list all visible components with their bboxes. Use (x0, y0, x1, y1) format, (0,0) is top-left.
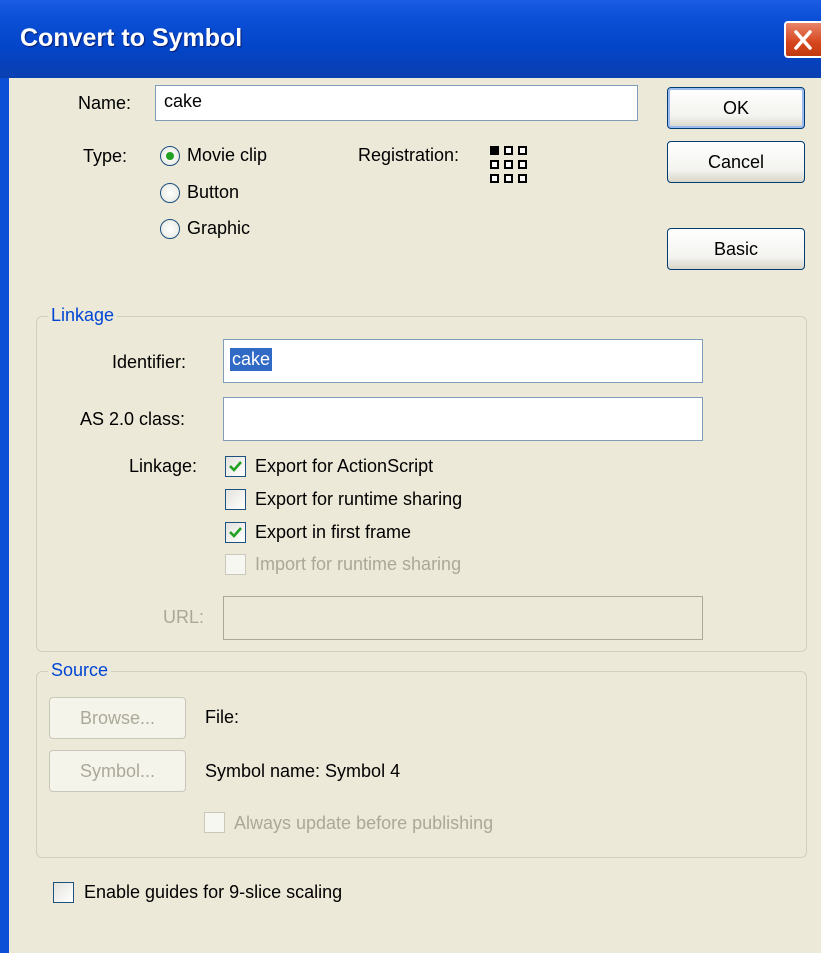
name-label: Name: (78, 93, 132, 113)
browse-button: Browse... (49, 697, 186, 739)
import-runtime-sharing-checkbox (225, 554, 246, 575)
always-update-checkbox (204, 812, 225, 833)
identifier-value: cake (230, 348, 273, 371)
file-label: File: (205, 707, 240, 727)
export-runtime-sharing-checkbox[interactable] (225, 489, 246, 510)
ok-button[interactable]: OK (667, 87, 805, 129)
radio-graphic-label[interactable]: Graphic (187, 218, 250, 239)
export-runtime-sharing-label[interactable]: Export for runtime sharing (255, 489, 462, 510)
registration-grid-icon[interactable] (490, 146, 530, 186)
radio-button-label[interactable]: Button (187, 182, 239, 203)
registration-label: Registration: (358, 145, 460, 165)
as-class-label: AS 2.0 class: (80, 409, 186, 429)
name-value: cake (164, 91, 203, 111)
convert-to-symbol-dialog: Convert to Symbol Name: cake Type: Movie… (0, 0, 821, 953)
export-actionscript-checkbox[interactable] (225, 456, 246, 477)
close-button[interactable] (784, 21, 821, 58)
nine-slice-checkbox[interactable] (53, 882, 74, 903)
name-input[interactable]: cake (155, 85, 638, 121)
close-icon (794, 30, 812, 50)
radio-movie-clip-label[interactable]: Movie clip (187, 145, 267, 166)
radio-graphic[interactable] (160, 219, 180, 239)
title-bar[interactable]: Convert to Symbol (0, 0, 821, 78)
nine-slice-label[interactable]: Enable guides for 9-slice scaling (84, 882, 342, 903)
export-first-frame-label[interactable]: Export in first frame (255, 522, 411, 543)
type-label: Type: (83, 146, 128, 166)
export-actionscript-label[interactable]: Export for ActionScript (255, 456, 433, 477)
radio-button[interactable] (160, 183, 180, 203)
source-legend: Source (48, 660, 112, 681)
radio-selected-dot (166, 152, 174, 160)
basic-button[interactable]: Basic (667, 228, 805, 270)
url-input (223, 596, 703, 640)
symbol-button: Symbol... (49, 750, 186, 792)
identifier-input[interactable]: cake (223, 339, 703, 383)
linkage-legend: Linkage (48, 305, 118, 326)
always-update-label: Always update before publishing (234, 813, 494, 833)
cancel-button[interactable]: Cancel (667, 141, 805, 183)
dialog-title: Convert to Symbol (20, 24, 243, 52)
window-left-border (0, 78, 9, 953)
checkmark-icon (229, 527, 242, 538)
export-first-frame-checkbox[interactable] (225, 522, 246, 543)
import-runtime-sharing-label: Import for runtime sharing (255, 554, 462, 574)
url-label: URL: (163, 607, 205, 627)
checkmark-icon (229, 461, 242, 472)
linkage-type-label: Linkage: (129, 456, 198, 476)
as-class-input[interactable] (223, 397, 703, 441)
identifier-label: Identifier: (112, 352, 187, 372)
symbol-name-text: Symbol name: Symbol 4 (205, 761, 401, 781)
radio-movie-clip[interactable] (160, 146, 180, 166)
